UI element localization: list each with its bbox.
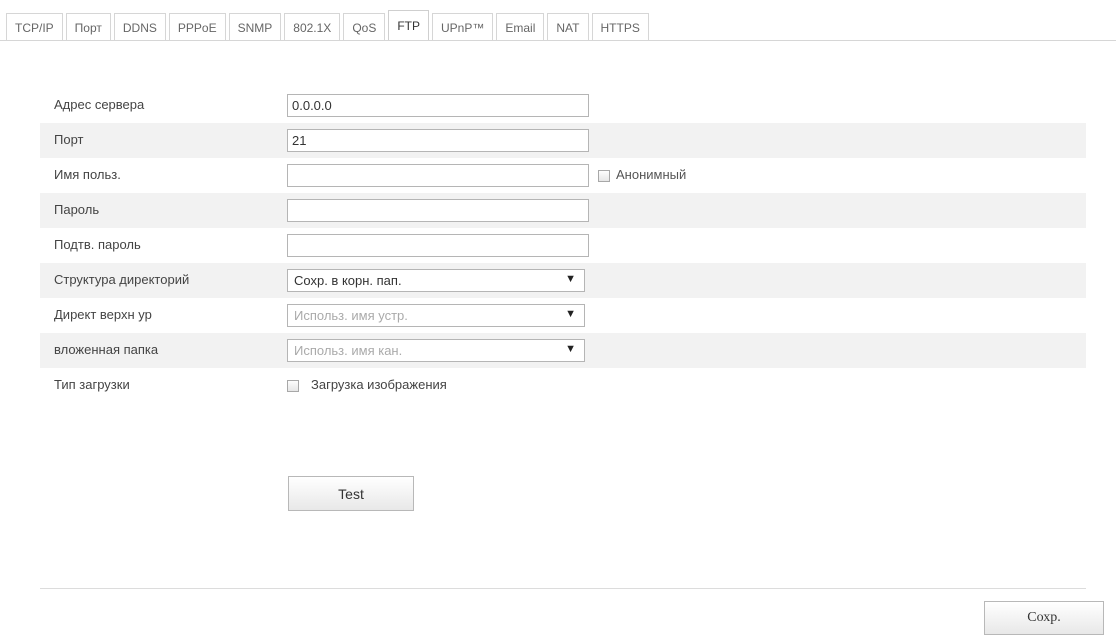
row-upload-type: Тип загрузки Загрузка изображения <box>40 368 1086 403</box>
port-input[interactable] <box>287 129 589 152</box>
tab-https[interactable]: HTTPS <box>591 13 649 41</box>
parent-dir-value: Использ. имя устр. <box>294 308 408 323</box>
dir-structure-select[interactable]: Сохр. в корн. пап. ▼ <box>287 269 585 292</box>
parent-dir-select[interactable]: Использ. имя устр. ▼ <box>287 304 585 327</box>
server-address-label: Адрес сервера <box>54 97 145 112</box>
row-server-address: Адрес сервера <box>40 88 1086 123</box>
port-label: Порт <box>54 132 84 147</box>
password-label: Пароль <box>54 202 100 217</box>
tab-divider <box>0 40 1116 41</box>
row-confirm-password: Подтв. пароль <box>40 228 1086 263</box>
tab-bar: TCP/IP Порт DDNS PPPoE SNMP 802.1X QoS F… <box>6 10 652 41</box>
row-username: Имя польз. Анонимный <box>40 158 1086 193</box>
row-parent-dir: Директ верхн ур Использ. имя устр. ▼ <box>40 298 1086 333</box>
tab-email[interactable]: Email <box>496 13 545 41</box>
confirm-password-label: Подтв. пароль <box>54 237 141 252</box>
tab-upnp[interactable]: UPnP™ <box>432 13 494 41</box>
upload-image-checkbox[interactable] <box>287 379 299 392</box>
tab-qos[interactable]: QoS <box>343 13 386 41</box>
tab-tcpip[interactable]: TCP/IP <box>6 13 63 41</box>
anonymous-checkbox[interactable] <box>598 169 610 182</box>
username-label: Имя польз. <box>54 167 121 182</box>
dropdown-arrow-icon: ▼ <box>565 308 576 320</box>
ftp-settings-form: Адрес сервера Порт Имя польз. Анонимный … <box>40 88 1086 403</box>
dir-structure-value: Сохр. в корн. пап. <box>294 273 402 288</box>
row-dir-structure: Структура директорий Сохр. в корн. пап. … <box>40 263 1086 298</box>
row-port: Порт <box>40 123 1086 158</box>
tab-8021x[interactable]: 802.1X <box>284 13 341 41</box>
upload-image-label: Загрузка изображения <box>311 377 447 392</box>
anonymous-label: Анонимный <box>616 167 687 182</box>
tab-nat[interactable]: NAT <box>547 13 589 41</box>
confirm-password-input[interactable] <box>287 234 589 257</box>
child-dir-label: вложенная папка <box>54 342 159 357</box>
child-dir-select[interactable]: Использ. имя кан. ▼ <box>287 339 585 362</box>
upload-type-label: Тип загрузки <box>54 377 130 392</box>
tab-pppoe[interactable]: PPPoE <box>168 13 226 41</box>
server-address-input[interactable] <box>287 94 589 117</box>
dir-structure-label: Структура директорий <box>54 272 190 287</box>
password-input[interactable] <box>287 199 589 222</box>
bottom-divider <box>40 588 1086 589</box>
parent-dir-label: Директ верхн ур <box>54 307 152 322</box>
tab-snmp[interactable]: SNMP <box>228 13 282 41</box>
save-button[interactable]: Сохр. <box>984 601 1104 635</box>
username-input[interactable] <box>287 164 589 187</box>
test-button[interactable]: Test <box>288 476 414 511</box>
row-child-dir: вложенная папка Использ. имя кан. ▼ <box>40 333 1086 368</box>
tab-ddns[interactable]: DDNS <box>113 13 166 41</box>
upload-image-option: Загрузка изображения <box>287 377 447 392</box>
tab-port[interactable]: Порт <box>65 13 111 41</box>
dropdown-arrow-icon: ▼ <box>565 273 576 285</box>
anonymous-option: Анонимный <box>598 167 686 182</box>
row-password: Пароль <box>40 193 1086 228</box>
child-dir-value: Использ. имя кан. <box>294 343 403 358</box>
dropdown-arrow-icon: ▼ <box>565 343 576 355</box>
tab-ftp[interactable]: FTP <box>388 10 430 41</box>
